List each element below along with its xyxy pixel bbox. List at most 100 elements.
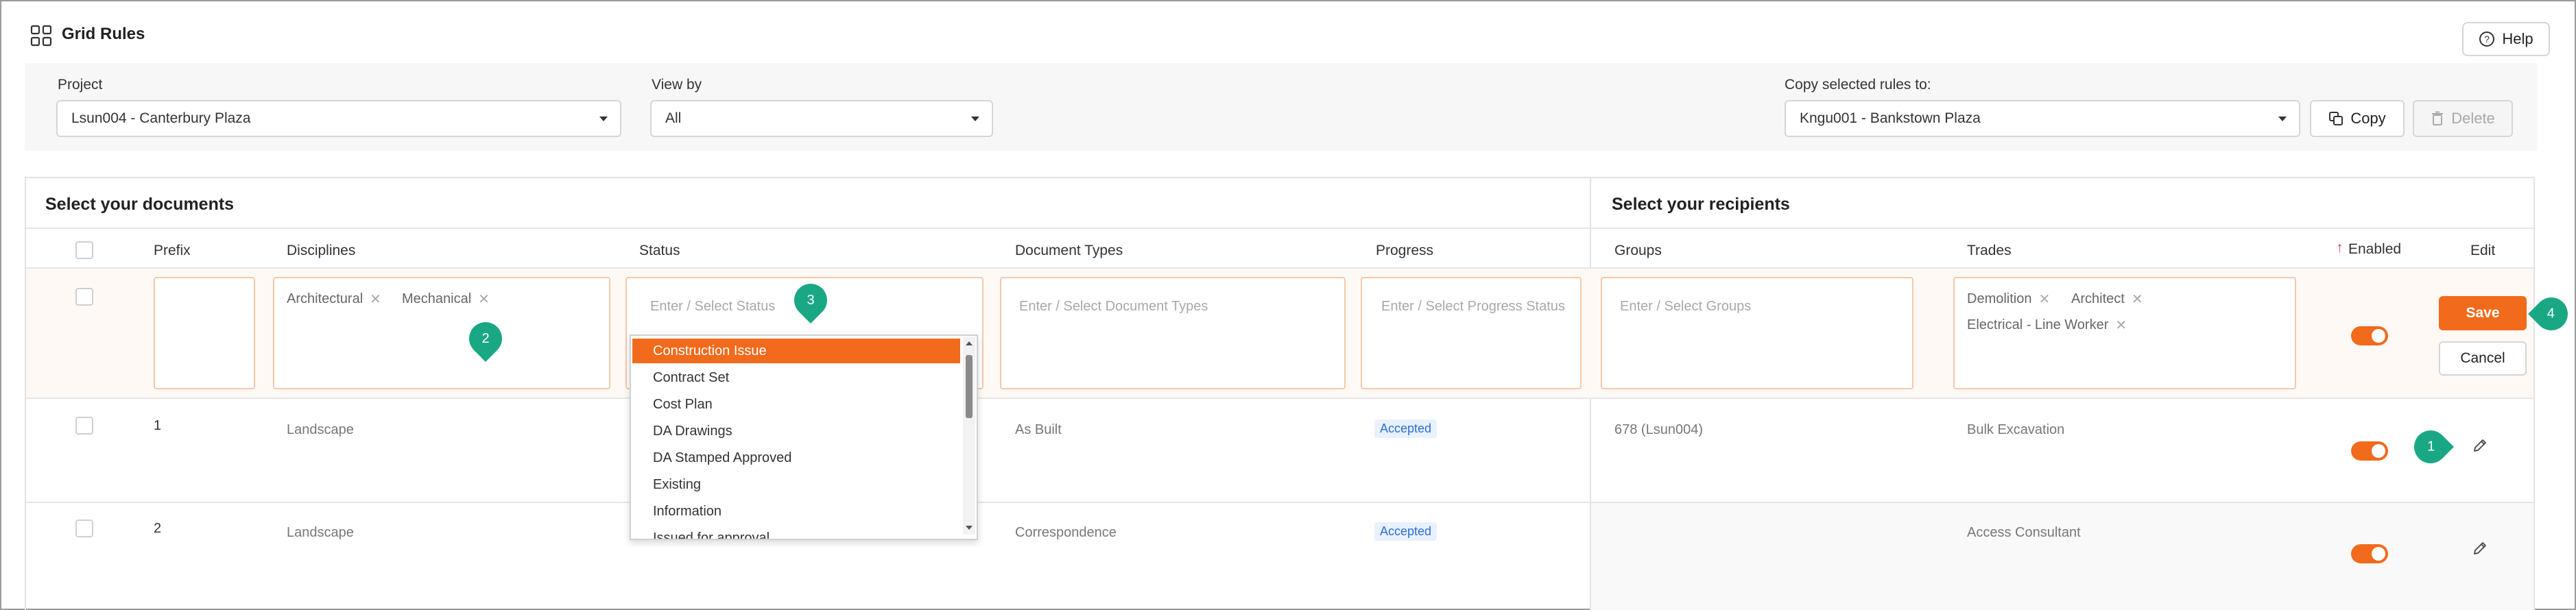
remove-tag-icon[interactable]: ✕ [478,291,490,308]
pencil-icon[interactable] [2472,540,2488,557]
cancel-button[interactable]: Cancel [2439,341,2527,376]
header-document-types: Document Types [1015,243,1123,258]
annotation-number: 4 [2547,306,2555,321]
header-edit: Edit [2470,243,2496,258]
page-title: Grid Rules [62,25,145,43]
help-icon: ? [2479,32,2495,47]
header-groups: Groups [1614,243,1662,258]
chevron-down-icon [2278,117,2287,121]
enabled-toggle[interactable] [2351,441,2388,461]
help-label: Help [2502,30,2533,47]
remove-tag-icon[interactable]: ✕ [2038,291,2050,308]
row1-discipline: Landscape [287,422,354,437]
project-select[interactable]: Lsun004 - Canterbury Plaza [56,100,621,137]
status-option[interactable]: Existing [632,472,960,497]
header-disciplines: Disciplines [287,243,356,258]
copy-rules-label: Copy selected rules to: [1785,77,1931,93]
disciplines-input[interactable]: Architectural ✕ Mechanical ✕ [273,277,610,389]
save-button[interactable]: Save [2439,296,2527,330]
copy-target-value: Kngu001 - Bankstown Plaza [1800,110,1981,126]
row2-prefix: 2 [154,521,162,536]
tag-electrical-line-worker: Electrical - Line Worker ✕ [1967,317,2127,334]
row-checkbox[interactable] [75,520,93,537]
status-option[interactable]: Construction Issue [632,339,960,363]
status-option[interactable]: DA Stamped Approved [632,446,960,470]
progress-input[interactable]: Enter / Select Progress Status [1361,277,1582,389]
status-option[interactable]: Contract Set [632,365,960,390]
row1-prefix: 1 [154,418,162,433]
row2-recipients-bg [1591,503,2533,610]
tag-architect: Architect ✕ [2071,291,2143,308]
row-checkbox[interactable] [75,288,93,306]
select-all-checkbox[interactable] [75,241,93,259]
document-types-placeholder: Enter / Select Document Types [1019,299,1208,314]
toggle-knob [2372,329,2385,343]
status-badge: Accepted [1374,522,1438,541]
tag-label: Electrical - Line Worker [1967,317,2109,332]
header-progress: Progress [1376,243,1434,258]
enabled-toggle[interactable] [2351,326,2388,345]
help-button[interactable]: ? Help [2462,22,2550,56]
tag-mechanical: Mechanical ✕ [402,291,490,308]
row1-trade: Bulk Excavation [1967,422,2065,437]
svg-text:?: ? [2484,34,2490,45]
progress-placeholder: Enter / Select Progress Status [1381,299,1565,314]
tag-label: Architectural [287,291,363,306]
row2-discipline: Landscape [287,525,354,540]
remove-tag-icon[interactable]: ✕ [2132,291,2143,308]
pencil-icon[interactable] [2472,437,2488,454]
copy-button[interactable]: Copy [2310,100,2405,137]
documents-section-title: Select your documents [45,195,235,214]
trades-input[interactable]: Demolition ✕ Architect ✕ Electrical - Li… [1953,277,2296,389]
groups-input[interactable]: Enter / Select Groups [1601,277,1913,389]
status-option[interactable]: Issued for approval [632,526,960,539]
row1-doctype: As Built [1015,422,1062,437]
status-placeholder: Enter / Select Status [650,299,776,314]
chevron-down-icon [971,117,979,121]
remove-tag-icon[interactable]: ✕ [2115,317,2127,334]
tag-label: Architect [2071,291,2125,306]
tag-architectural: Architectural ✕ [287,291,381,308]
toggle-knob [2372,444,2385,458]
tag-label: Demolition [1967,291,2032,306]
status-option[interactable]: Information [632,499,960,524]
delete-button[interactable]: Delete [2413,100,2513,137]
toggle-knob [2372,547,2385,561]
header-enabled[interactable]: Enabled [2348,241,2401,258]
header-prefix: Prefix [154,243,191,258]
trash-icon [2432,111,2444,125]
viewby-select[interactable]: All [650,100,993,137]
remove-tag-icon[interactable]: ✕ [370,291,381,308]
divider [26,228,2533,229]
header-trades: Trades [1967,243,2012,258]
project-select-value: Lsun004 - Canterbury Plaza [71,110,251,126]
row2-trade: Access Consultant [1967,525,2081,540]
enabled-toggle[interactable] [2351,544,2388,563]
row-checkbox[interactable] [75,417,93,435]
viewby-select-value: All [665,110,682,126]
scrollbar-thumb[interactable] [966,355,973,418]
document-types-input[interactable]: Enter / Select Document Types [1000,277,1346,389]
row2-doctype: Correspondence [1015,525,1117,540]
annotation-number: 3 [807,292,815,308]
status-option[interactable]: DA Drawings [632,419,960,443]
recipients-section-title: Select your recipients [1612,195,1790,214]
groups-placeholder: Enter / Select Groups [1620,299,1752,314]
divider [26,398,2533,399]
project-label: Project [58,77,103,93]
status-option[interactable]: Cost Plan [632,392,960,417]
copy-target-select[interactable]: Kngu001 - Bankstown Plaza [1785,100,2300,137]
prefix-input[interactable] [154,277,255,389]
sort-up-icon[interactable]: ↑ [2336,240,2344,256]
tag-demolition: Demolition ✕ [1967,291,2050,308]
scroll-up-icon[interactable] [965,339,973,347]
viewby-label: View by [652,77,702,93]
scroll-down-icon[interactable] [965,524,973,532]
status-dropdown: Construction Issue Contract Set Cost Pla… [630,334,978,540]
header-status: Status [639,243,680,258]
tag-label: Mechanical [402,291,472,306]
copy-button-label: Copy [2350,110,2386,127]
dropdown-scrollbar[interactable] [963,337,975,535]
row1-group: 678 (Lsun004) [1614,422,1703,437]
chevron-down-icon [599,117,608,121]
